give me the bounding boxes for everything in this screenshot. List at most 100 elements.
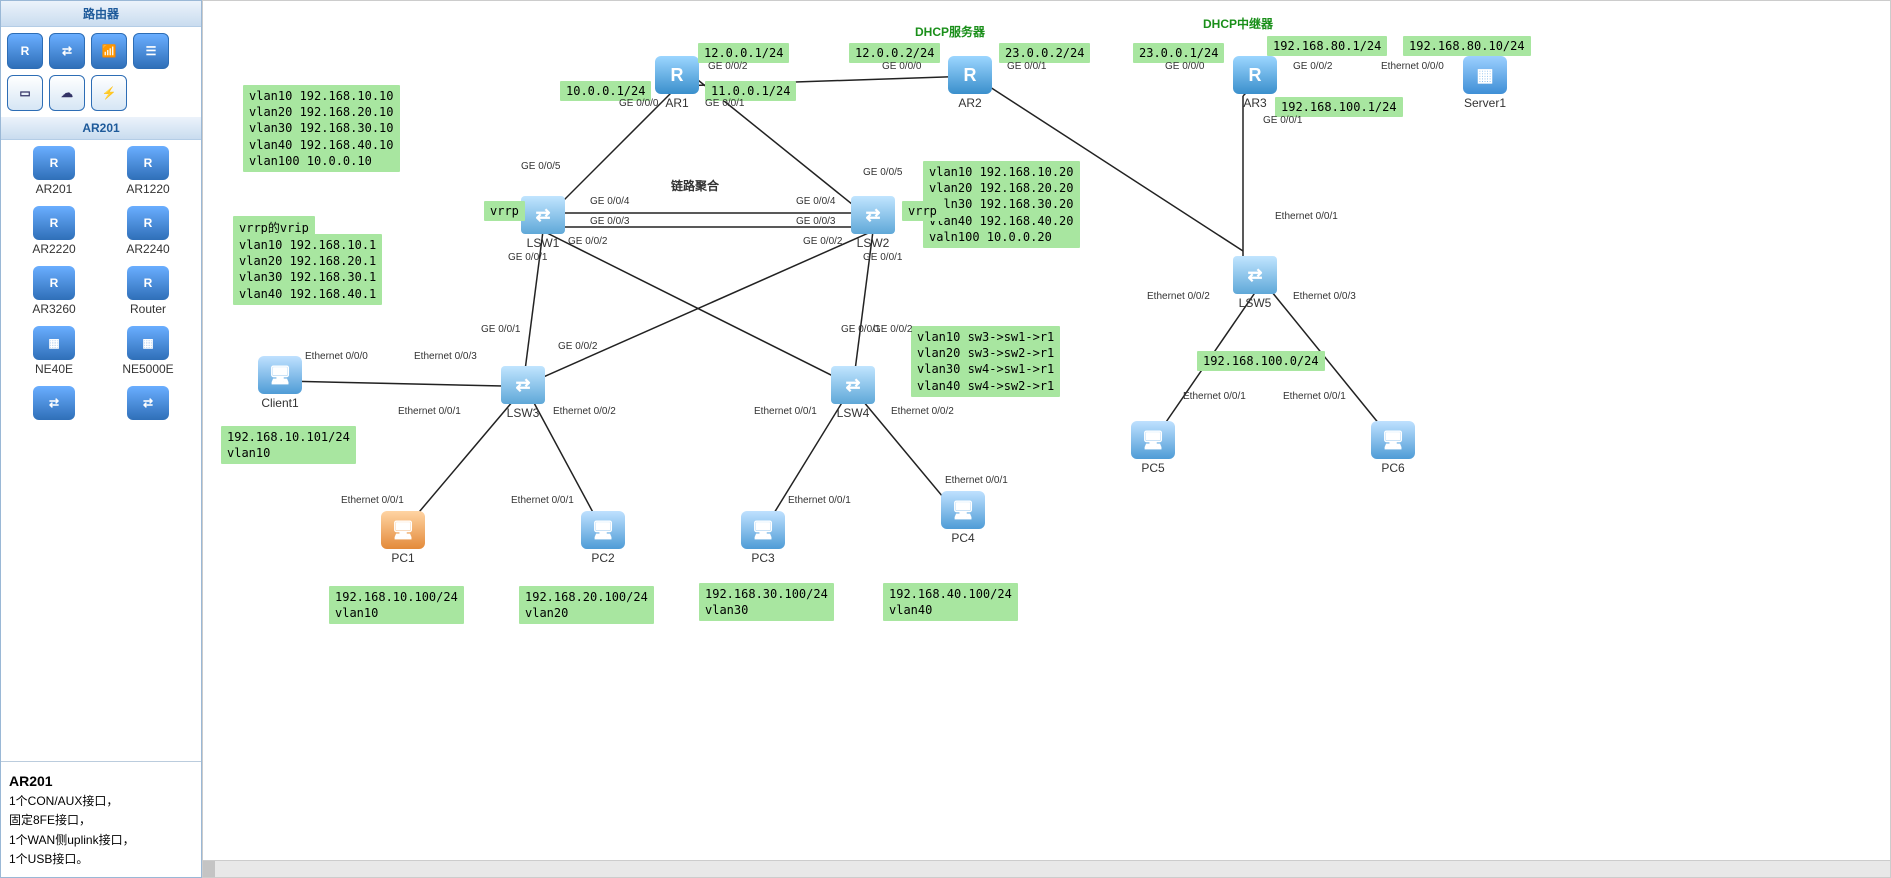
port-ar1-g001: GE 0/0/1	[705, 98, 744, 109]
link-layer	[203, 1, 1891, 861]
node-lsw1[interactable]: ⇄LSW1	[521, 196, 565, 250]
device-extra[interactable]: ⇄	[7, 386, 101, 422]
tag-pc1: 192.168.10.100/24 vlan10	[329, 586, 464, 624]
terminal-category-icon[interactable]: ▭	[7, 75, 43, 111]
port-lsw3-g001: GE 0/0/1	[481, 324, 520, 335]
node-lsw2[interactable]: ⇄LSW2	[851, 196, 895, 250]
port-lsw1-g004: GE 0/0/4	[590, 196, 629, 207]
node-client1[interactable]: 🖥Client1	[258, 356, 302, 410]
router-icon: R	[1233, 56, 1277, 94]
port-pc4-e001: Ethernet 0/0/1	[945, 475, 1008, 486]
device-info-text: 1个CON/AUX接口， 固定8FE接口， 1个WAN侧uplink接口， 1个…	[9, 794, 135, 866]
node-lsw5[interactable]: ⇄LSW5	[1233, 256, 1277, 310]
node-pc6[interactable]: 🖥PC6	[1371, 421, 1415, 475]
port-ar1-g002: GE 0/0/2	[708, 61, 747, 72]
node-ar1[interactable]: RAR1	[655, 56, 699, 110]
category-icons: R ⇄ 📶 ☰ ▭ ☁ ⚡	[1, 27, 201, 117]
tag-ar3-g000: 23.0.0.1/24	[1133, 43, 1224, 63]
port-lsw3-e003: Ethernet 0/0/3	[414, 351, 477, 362]
port-pc5-e001: Ethernet 0/0/1	[1183, 391, 1246, 402]
switch-category-icon[interactable]: ⇄	[49, 33, 85, 69]
device-ne40e[interactable]: ▦NE40E	[7, 326, 101, 376]
port-lsw2-g001: GE 0/0/1	[863, 252, 902, 263]
port-pc6-e001: Ethernet 0/0/1	[1283, 391, 1346, 402]
router-category-icon[interactable]: R	[7, 33, 43, 69]
tag-lsw5-net: 192.168.100.0/24	[1197, 351, 1325, 371]
device-list: RAR201 RAR1220 RAR2220 RAR2240 RAR3260 R…	[1, 140, 201, 761]
port-lsw1-g002: GE 0/0/2	[568, 236, 607, 247]
port-lsw5-e001t: Ethernet 0/0/1	[1275, 211, 1338, 222]
node-pc4[interactable]: 🖥PC4	[941, 491, 985, 545]
tag-lsw1-vlans: vlan10 192.168.10.10 vlan20 192.168.20.1…	[243, 85, 400, 172]
device-router[interactable]: RRouter	[101, 266, 195, 316]
node-pc2[interactable]: 🖥PC2	[581, 511, 625, 565]
topology-canvas[interactable]: .canvas{--s:1} RAR1 RAR2 RAR3 ▦Server1 ⇄…	[202, 0, 1891, 878]
tag-server1: 192.168.80.10/24	[1403, 36, 1531, 56]
node-lsw4[interactable]: ⇄LSW4	[831, 366, 875, 420]
port-lsw2-g002: GE 0/0/2	[803, 236, 842, 247]
tag-path-vlans: vlan10 sw3->sw1->r1 vlan20 sw3->sw2->r1 …	[911, 326, 1060, 397]
router-icon: R	[655, 56, 699, 94]
palette-header: 路由器	[1, 1, 201, 27]
wireless-category-icon[interactable]: 📶	[91, 33, 127, 69]
switch-icon: ⇄	[501, 366, 545, 404]
tag-lsw2-vlans: vlan10 192.168.10.20 vlan20 192.168.20.2…	[923, 161, 1080, 248]
label-dhcp-server: DHCP服务器	[915, 23, 985, 40]
cloud-category-icon[interactable]: ☁	[49, 75, 85, 111]
pc-icon: 🖥	[1371, 421, 1415, 459]
node-pc3[interactable]: 🖥PC3	[741, 511, 785, 565]
firewall-category-icon[interactable]: ☰	[133, 33, 169, 69]
tag-client1: 192.168.10.101/24 vlan10	[221, 426, 356, 464]
port-pc1-e001: Ethernet 0/0/1	[341, 495, 404, 506]
tag-ar3-g001: 192.168.100.1/24	[1275, 97, 1403, 117]
device-extra2[interactable]: ⇄	[101, 386, 195, 422]
port-ar3-g001: GE 0/0/1	[1263, 115, 1302, 126]
tag-ar1-g002: 12.0.0.1/24	[698, 43, 789, 63]
port-pc3-e001: Ethernet 0/0/1	[788, 495, 851, 506]
pc-icon: 🖥	[741, 511, 785, 549]
node-server1[interactable]: ▦Server1	[1463, 56, 1507, 110]
tag-vrrp-left: vrrp	[484, 201, 525, 221]
device-ar1220[interactable]: RAR1220	[101, 146, 195, 196]
link-category-icon[interactable]: ⚡	[91, 75, 127, 111]
switch-icon: ⇄	[851, 196, 895, 234]
node-ar2[interactable]: RAR2	[948, 56, 992, 110]
port-lsw5-e002: Ethernet 0/0/2	[1147, 291, 1210, 302]
port-ar3-g002: GE 0/0/2	[1293, 61, 1332, 72]
device-ar2220[interactable]: RAR2220	[7, 206, 101, 256]
tag-vrrp-right: vrrp	[902, 201, 943, 221]
node-ar3[interactable]: RAR3	[1233, 56, 1277, 110]
node-pc5[interactable]: 🖥PC5	[1131, 421, 1175, 475]
device-info-title: AR201	[9, 773, 53, 789]
port-server1-e000: Ethernet 0/0/0	[1381, 61, 1444, 72]
device-ar3260[interactable]: RAR3260	[7, 266, 101, 316]
port-lsw2-g003: GE 0/0/3	[796, 216, 835, 227]
canvas-scrollbar[interactable]	[203, 860, 1890, 877]
server-icon: ▦	[1463, 56, 1507, 94]
port-pc2-e001: Ethernet 0/0/1	[511, 495, 574, 506]
switch-icon: ⇄	[1233, 256, 1277, 294]
tag-pc2: 192.168.20.100/24 vlan20	[519, 586, 654, 624]
port-ar2-g000: GE 0/0/0	[882, 61, 921, 72]
port-lsw1-g005: GE 0/0/5	[521, 161, 560, 172]
port-ar3-g000: GE 0/0/0	[1165, 61, 1204, 72]
pc-icon: 🖥	[581, 511, 625, 549]
pc-icon: 🖥	[941, 491, 985, 529]
port-lsw1-g003: GE 0/0/3	[590, 216, 629, 227]
port-lsw5-e003: Ethernet 0/0/3	[1293, 291, 1356, 302]
node-pc1[interactable]: 🖥PC1	[381, 511, 425, 565]
device-list-header: AR201	[1, 117, 201, 140]
port-client1-e000: Ethernet 0/0/0	[305, 351, 368, 362]
switch-icon: ⇄	[521, 196, 565, 234]
tag-ar3-g002: 192.168.80.1/24	[1267, 36, 1387, 56]
pc-icon: 🖥	[258, 356, 302, 394]
label-link-aggregation: 链路聚合	[671, 177, 719, 194]
device-ar201[interactable]: RAR201	[7, 146, 101, 196]
tag-ar2-g001: 23.0.0.2/24	[999, 43, 1090, 63]
scrollbar-thumb[interactable]	[203, 861, 215, 877]
device-ar2240[interactable]: RAR2240	[101, 206, 195, 256]
port-lsw4-g002: GE 0/0/2	[873, 324, 912, 335]
port-lsw3-e002: Ethernet 0/0/2	[553, 406, 616, 417]
node-lsw3[interactable]: ⇄LSW3	[501, 366, 545, 420]
device-ne5000e[interactable]: ▦NE5000E	[101, 326, 195, 376]
